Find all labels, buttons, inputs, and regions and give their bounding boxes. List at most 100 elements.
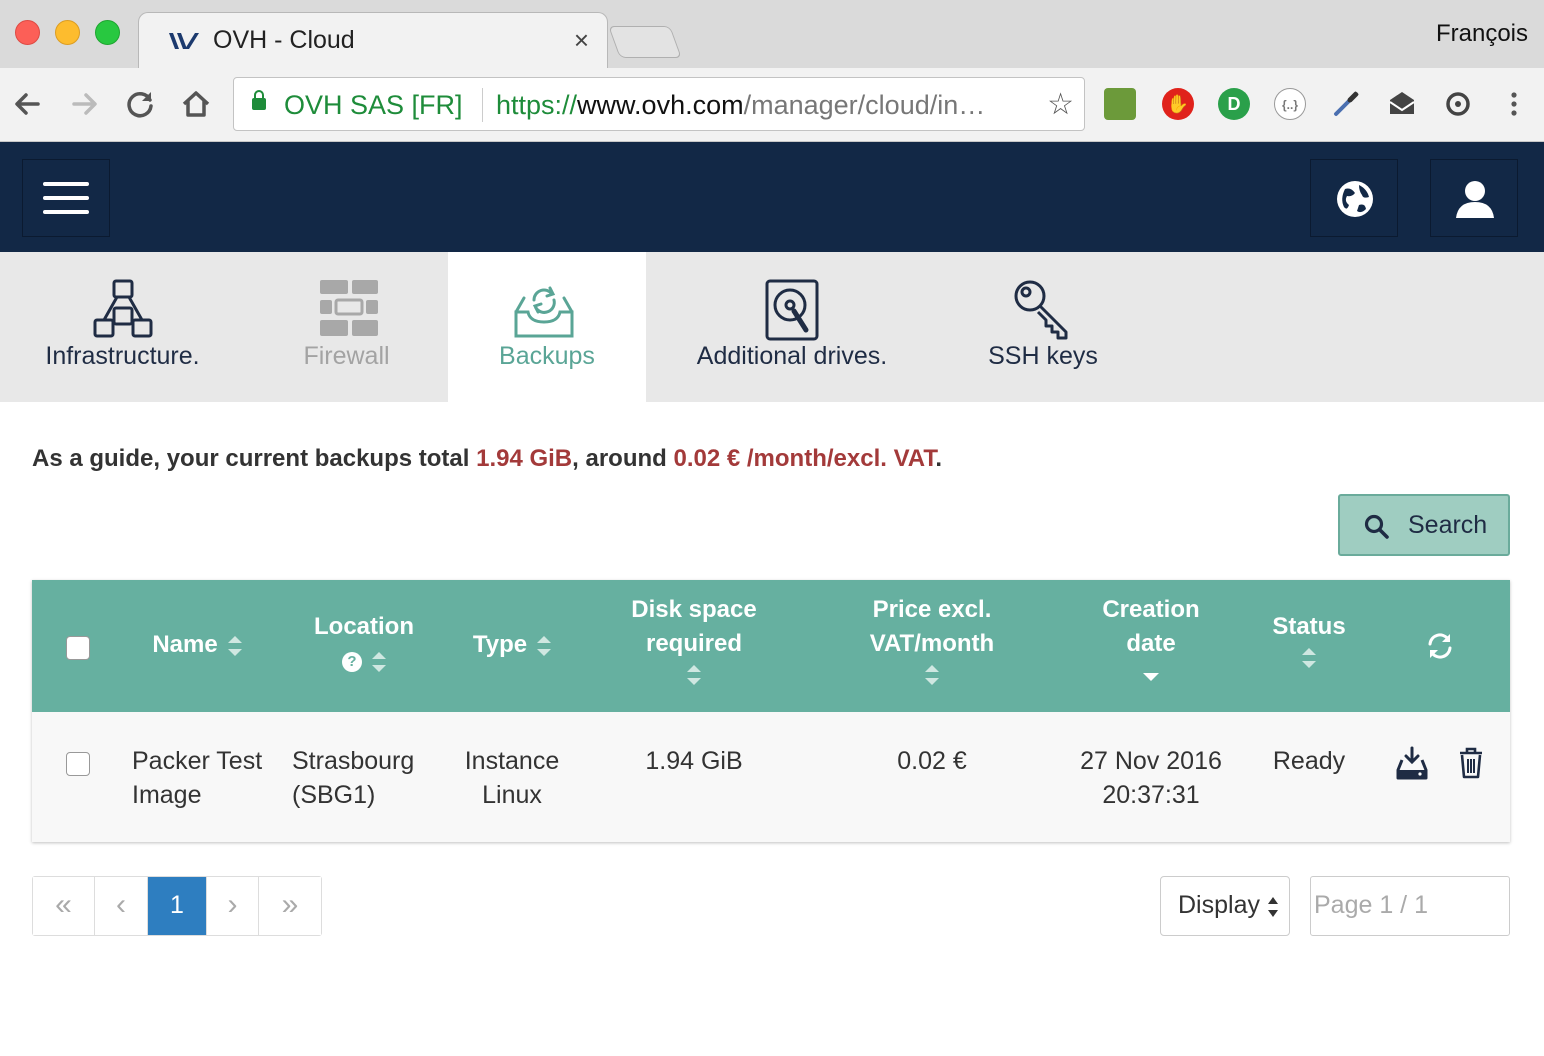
- guide-total-size: 1.94 GiB: [476, 445, 573, 472]
- backup-date-line2: 20:37:31: [1102, 781, 1200, 809]
- guide-middle: , around: [572, 445, 674, 472]
- sync-icon[interactable]: [1442, 88, 1474, 120]
- idcheck-icon[interactable]: D: [1218, 88, 1250, 120]
- tab-infrastructure[interactable]: Infrastructure.: [0, 252, 245, 402]
- last-page-button[interactable]: »: [259, 877, 321, 935]
- page-1-button[interactable]: 1: [148, 877, 206, 935]
- omnibox-divider: [482, 88, 483, 122]
- column-status-label: Status: [1272, 613, 1346, 640]
- column-disk-label-line2: required: [645, 630, 743, 657]
- url-text[interactable]: https://www.ovh.com/manager/cloud/in…: [496, 90, 985, 121]
- tab-ssh-keys[interactable]: SSH keys: [938, 252, 1148, 402]
- download-backup-icon[interactable]: [1396, 746, 1428, 780]
- column-header-disk-space[interactable]: Disk space required: [604, 593, 784, 685]
- column-date-label-line1: Creation: [1102, 596, 1200, 623]
- column-header-price[interactable]: Price excl. VAT/month: [837, 593, 1027, 685]
- drive-icon: [765, 279, 819, 341]
- hamburger-menu-button[interactable]: [22, 159, 110, 237]
- eyedropper-icon[interactable]: [1330, 88, 1362, 120]
- location-help-icon[interactable]: ?: [342, 651, 362, 672]
- browser-tab-active[interactable]: OVH - Cloud ×: [138, 12, 608, 70]
- tab-firewall[interactable]: Firewall: [245, 252, 448, 402]
- column-header-name[interactable]: Name: [132, 628, 262, 662]
- zoom-window-button[interactable]: [95, 20, 120, 45]
- back-arrow-icon[interactable]: [8, 84, 48, 124]
- column-price-label-line2: VAT/month: [869, 630, 995, 657]
- column-header-creation-date[interactable]: Creation date: [1082, 593, 1220, 681]
- table-row: Packer Test Image Strasbourg (SBG1) Inst…: [32, 712, 1510, 842]
- tab-close-icon[interactable]: ×: [574, 25, 589, 56]
- first-page-button[interactable]: «: [33, 877, 95, 935]
- search-icon: [1364, 514, 1389, 539]
- tab-additional-drives[interactable]: Additional drives.: [646, 252, 938, 402]
- display-select-label: Display: [1178, 891, 1260, 919]
- sort-icon: [1302, 648, 1316, 668]
- bookmark-star-icon[interactable]: ☆: [1047, 87, 1074, 122]
- url-host: www.ovh.com: [577, 90, 744, 120]
- close-window-button[interactable]: [15, 20, 40, 45]
- column-header-location[interactable]: Location ?: [294, 610, 434, 678]
- language-button[interactable]: [1310, 159, 1398, 237]
- backups-icon: [514, 286, 574, 338]
- sort-icon: [537, 635, 552, 656]
- chrome-menu-icon[interactable]: [1498, 88, 1530, 120]
- backups-table: Name Location ? Type Disk space required…: [32, 580, 1510, 842]
- previous-page-button[interactable]: ‹: [95, 877, 148, 935]
- tab-ssh-keys-label: SSH keys: [988, 342, 1098, 370]
- secure-origin-label[interactable]: OVH SAS [FR]: [284, 90, 463, 121]
- tab-firewall-label: Firewall: [303, 342, 390, 370]
- profile-name[interactable]: François: [1436, 20, 1528, 48]
- column-header-type[interactable]: Type: [452, 628, 572, 662]
- sort-icon: [925, 665, 939, 685]
- tab-backups[interactable]: Backups: [448, 252, 646, 402]
- row-checkbox[interactable]: [66, 752, 90, 776]
- mail-icon[interactable]: [1386, 88, 1418, 120]
- backup-type: Instance Linux: [452, 744, 572, 812]
- browser-titlebar: OVH - Cloud × François: [0, 0, 1544, 70]
- display-count-select[interactable]: Display: [1160, 876, 1290, 936]
- screen-extension-icon[interactable]: [1104, 88, 1136, 120]
- home-icon[interactable]: [176, 84, 216, 124]
- guide-prefix: As a guide, your current backups total: [32, 445, 477, 472]
- browser-toolbar: OVH SAS [FR] https://www.ovh.com/manager…: [0, 68, 1544, 142]
- table-header: Name Location ? Type Disk space required…: [32, 580, 1510, 712]
- tab-backups-label: Backups: [499, 342, 595, 370]
- backup-name-line1: Packer Test: [132, 747, 263, 775]
- forward-arrow-icon[interactable]: [64, 84, 104, 124]
- backup-status: Ready: [1272, 747, 1346, 775]
- search-button[interactable]: Search: [1338, 494, 1510, 556]
- column-price-label-line1: Price excl.: [872, 596, 992, 623]
- new-tab-button[interactable]: [608, 26, 682, 58]
- page-number-input[interactable]: Page 1 / 1: [1310, 876, 1510, 936]
- column-header-status[interactable]: Status: [1254, 610, 1364, 668]
- next-page-button[interactable]: ›: [206, 877, 259, 935]
- select-all-checkbox[interactable]: [66, 636, 90, 660]
- user-account-button[interactable]: [1430, 159, 1518, 237]
- json-viewer-icon[interactable]: {..}: [1274, 88, 1306, 120]
- app-header: [0, 142, 1544, 252]
- tab-title: OVH - Cloud: [213, 26, 355, 54]
- delete-trash-icon[interactable]: [1458, 747, 1484, 779]
- column-type-label: Type: [472, 631, 528, 658]
- refresh-icon[interactable]: [1426, 632, 1454, 660]
- globe-icon: [1337, 181, 1373, 217]
- backup-type-line1: Instance: [464, 747, 560, 775]
- sort-icon: [227, 635, 242, 656]
- backup-location: Strasbourg (SBG1): [292, 744, 414, 812]
- backups-total-guide: As a guide, your current backups total 1…: [32, 445, 942, 473]
- user-icon: [1456, 181, 1494, 218]
- column-date-label-line2: date: [1126, 630, 1176, 657]
- infrastructure-icon: [93, 279, 153, 338]
- backup-creation-date: 27 Nov 2016 20:37:31: [1062, 744, 1240, 812]
- column-location-label: Location: [314, 613, 414, 640]
- column-name-label: Name: [152, 631, 218, 658]
- address-bar[interactable]: OVH SAS [FR] https://www.ovh.com/manager…: [233, 77, 1085, 131]
- page-input-placeholder: Page 1 / 1: [1314, 891, 1428, 919]
- reload-icon[interactable]: [120, 84, 160, 124]
- minimize-window-button[interactable]: [55, 20, 80, 45]
- firewall-icon: [320, 280, 378, 336]
- adblock-icon[interactable]: ✋: [1162, 88, 1194, 120]
- backup-location-line2: (SBG1): [292, 781, 376, 809]
- select-arrows-icon: [1268, 897, 1278, 917]
- url-scheme: https://: [496, 90, 578, 120]
